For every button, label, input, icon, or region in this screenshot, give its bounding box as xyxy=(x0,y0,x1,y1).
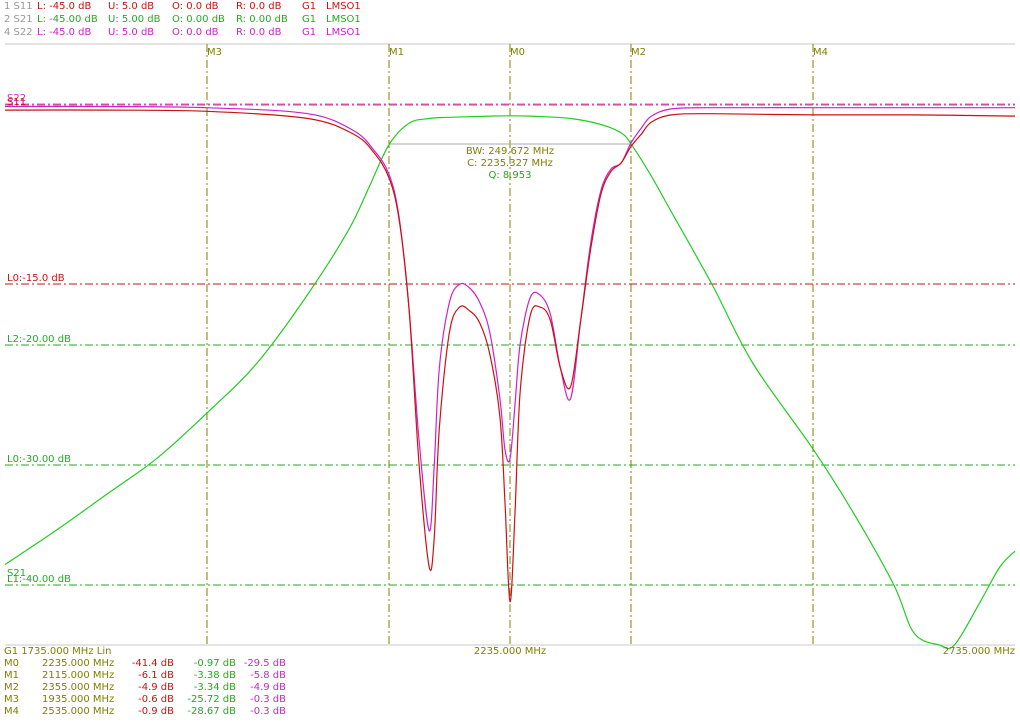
marker-readout-freq: 2115.000 MHz xyxy=(42,670,115,681)
marker-readout-s22: -4.9 dB xyxy=(250,682,286,693)
center-frequency-value: C: 2235.327 MHz xyxy=(467,158,553,169)
marker-readout-s22: -0.3 dB xyxy=(250,706,286,717)
marker-readout-s11: -6.1 dB xyxy=(138,670,174,681)
marker-readout-name: M2 xyxy=(4,682,19,693)
marker-readout-s11: -0.9 dB xyxy=(138,706,174,717)
marker-label-m0[interactable]: M0 xyxy=(510,47,525,58)
marker-readout-s22: -5.8 dB xyxy=(250,670,286,681)
marker-readout-name: M0 xyxy=(4,658,19,669)
axis-stop-label: 2735.000 MHz xyxy=(943,646,1015,657)
trace-label-s21: S21 xyxy=(7,568,26,579)
limit-line-label: L2:-20.00 dB xyxy=(7,334,71,345)
marker-readout-name: M4 xyxy=(4,706,19,717)
marker-readout-s21: -28.67 dB xyxy=(187,706,236,717)
marker-label-m1[interactable]: M1 xyxy=(389,47,404,58)
marker-readout-s22: -29.5 dB xyxy=(243,658,286,669)
marker-readout-freq: 2535.000 MHz xyxy=(42,706,115,717)
marker-readout-s11: -41.4 dB xyxy=(131,658,174,669)
marker-readout-freq: 2355.000 MHz xyxy=(42,682,115,693)
marker-label-m2[interactable]: M2 xyxy=(631,47,646,58)
marker-readout-s21: -0.97 dB xyxy=(193,658,236,669)
marker-readout-name: M3 xyxy=(4,694,19,705)
marker-readout-name: M1 xyxy=(4,670,19,681)
grid-layer xyxy=(5,43,1015,646)
marker-readout-s11: -0.6 dB xyxy=(138,694,174,705)
q-factor-value: Q: 8.953 xyxy=(488,170,531,181)
marker-readout-s21: -3.38 dB xyxy=(193,670,236,681)
sparameter-chart: M3 M1 M0 M2 M4 L0:-15.0 dB L2:-20.00 dB L0:-30.… xyxy=(4,43,1016,657)
marker-readout-s21: -25.72 dB xyxy=(187,694,236,705)
marker-readout-s21: -3.34 dB xyxy=(193,682,236,693)
marker-label-m3[interactable]: M3 xyxy=(207,47,222,58)
marker-readout-freq: 2235.000 MHz xyxy=(42,658,115,669)
marker-readout-s22: -0.3 dB xyxy=(250,694,286,705)
trace-label-s11: S11 xyxy=(7,97,26,108)
limit-line-label: L0:-30.00 dB xyxy=(7,454,71,465)
axis-start-label: G1 1735.000 MHz Lin xyxy=(4,646,111,657)
bandwidth-value: BW: 249.672 MHz xyxy=(466,146,554,157)
limit-line-label: L0:-15.0 dB xyxy=(7,273,65,284)
axis-center-label: 2235.000 MHz xyxy=(474,646,546,657)
marker-readout-freq: 1935.000 MHz xyxy=(42,694,115,705)
marker-readout-s11: -4.9 dB xyxy=(138,682,174,693)
marker-label-m4[interactable]: M4 xyxy=(813,47,828,58)
